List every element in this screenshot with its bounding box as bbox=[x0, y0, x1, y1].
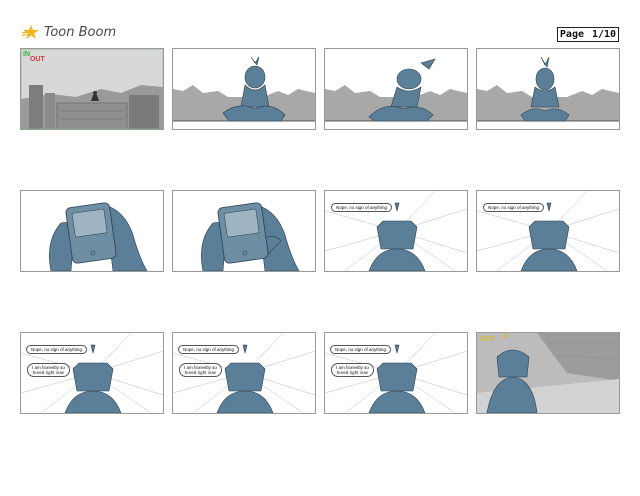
hand-typing-phone-drawing bbox=[201, 202, 300, 271]
storyboard-panel-10[interactable]: Nope, no sign of anything I am honestly … bbox=[172, 332, 316, 414]
in-marker: IN bbox=[23, 51, 30, 58]
storyboard-panel-1[interactable]: IN OUT bbox=[20, 48, 164, 130]
storyboard-panel-3[interactable] bbox=[324, 48, 468, 130]
logo-text: Toon Boom bbox=[44, 24, 117, 40]
speech-bubble-2: I am honestly so bored right now bbox=[27, 363, 70, 377]
character-stretching-drawing bbox=[325, 58, 467, 122]
storyboard-panel-11[interactable]: Nope, no sign of anything I am honestly … bbox=[324, 332, 468, 414]
storyboard-panel-9[interactable]: Nope, no sign of anything I am honestly … bbox=[20, 332, 164, 414]
storyboard-panel-5[interactable] bbox=[20, 190, 164, 272]
speech-line-b: bored right now bbox=[336, 370, 368, 375]
speech-bubble-1: Nope, no sign of anything bbox=[483, 203, 545, 212]
speech-bubble-1: Nope, no sign of anything bbox=[331, 203, 393, 212]
character-hallway-drawing bbox=[477, 333, 619, 413]
out-marker: OUT bbox=[480, 336, 495, 343]
star-logo-icon bbox=[22, 25, 39, 39]
speech-bubble-1: Nope, no sign of anything bbox=[26, 345, 88, 354]
storyboard-panel-2[interactable] bbox=[172, 48, 316, 130]
storyboard-panel-8[interactable]: Nope, no sign of anything bbox=[476, 190, 620, 272]
speech-bubble-2: I am honestly so bored right now bbox=[331, 363, 374, 377]
hand-holding-phone-drawing bbox=[49, 202, 148, 271]
character-sitting-drawing bbox=[173, 56, 315, 122]
storyboard-panel-4[interactable] bbox=[476, 48, 620, 130]
page-number: 1/10 bbox=[592, 29, 617, 40]
toon-boom-logo: Toon Boom bbox=[22, 24, 116, 40]
character-meditating-drawing bbox=[477, 56, 619, 122]
speech-bubble-1: Nope, no sign of anything bbox=[330, 345, 392, 354]
page-indicator: Page 1/10 bbox=[557, 27, 619, 42]
speech-bubble-1: Nope, no sign of anything bbox=[178, 345, 240, 354]
speech-bubble-2: I am honestly so bored right now bbox=[179, 363, 222, 377]
p-marker: P bbox=[503, 334, 508, 341]
speech-line-b: bored right now bbox=[32, 370, 64, 375]
storyboard-panel-7[interactable]: Nope, no sign of anything bbox=[324, 190, 468, 272]
speech-line-b: bored right now bbox=[184, 370, 216, 375]
page-label: Page bbox=[559, 29, 584, 40]
out-marker: OUT bbox=[30, 56, 45, 63]
storyboard-panel-12[interactable]: OUT P bbox=[476, 332, 620, 414]
storyboard-panel-6[interactable] bbox=[172, 190, 316, 272]
